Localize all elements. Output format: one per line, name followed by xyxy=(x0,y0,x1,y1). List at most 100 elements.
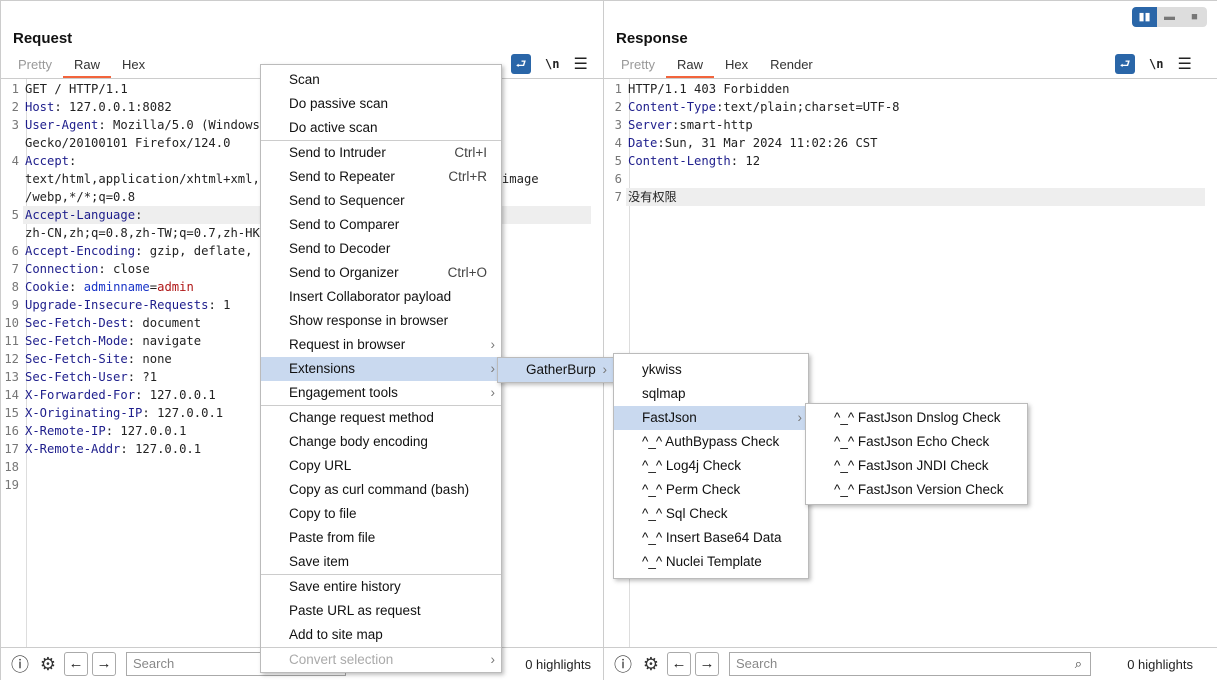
tab-pretty[interactable]: Pretty xyxy=(610,56,666,78)
menu-item-label: Extensions xyxy=(289,361,356,376)
line-text: HTTP/1.1 403 Forbidden xyxy=(626,80,1205,98)
menu-item-show-response-in-browser[interactable]: Show response in browser xyxy=(261,309,501,333)
header-name: Sec-Fetch-User xyxy=(25,370,128,384)
shortcut-label: Ctrl+R xyxy=(448,169,487,184)
menu-item-engagement-tools[interactable]: Engagement tools › xyxy=(261,381,501,405)
line-text: Content-Length: 12 xyxy=(626,152,1205,170)
editor-line: 2 Content-Type:text/plain;charset=UTF-8 xyxy=(604,98,1205,116)
menu-item-fastjson-dnslog-check[interactable]: ^_^ FastJson Dnslog Check xyxy=(806,406,1027,430)
menu-item-label: Convert selection xyxy=(289,652,394,667)
split-vertical-icon[interactable]: ▬ xyxy=(1157,7,1182,27)
menu-item-sqlmap[interactable]: sqlmap xyxy=(614,382,808,406)
word-wrap-icon[interactable]: ⮐ xyxy=(511,54,531,74)
menu-item-copy-url[interactable]: Copy URL xyxy=(261,454,501,478)
word-wrap-icon[interactable]: ⮐ xyxy=(1115,54,1135,74)
menu-item-fastjson-jndi-check[interactable]: ^_^ FastJson JNDI Check xyxy=(806,454,1027,478)
line-number xyxy=(1,134,23,152)
line-number: 7 xyxy=(614,190,622,204)
menu-item-do-passive-scan[interactable]: Do passive scan xyxy=(261,92,501,116)
header-value: : gzip, deflate, br xyxy=(135,244,275,258)
menu-item-insert-collaborator-payload[interactable]: Insert Collaborator payload xyxy=(261,285,501,309)
tab-hex[interactable]: Hex xyxy=(714,56,759,78)
line-number xyxy=(1,170,23,188)
tab-raw[interactable]: Raw xyxy=(665,56,714,78)
menu-item-save-item[interactable]: Save item xyxy=(261,550,501,574)
menu-item-label: FastJson xyxy=(642,410,697,425)
menu-item-send-to-repeater[interactable]: Send to Repeater Ctrl+R xyxy=(261,165,501,189)
menu-item-scan[interactable]: Scan xyxy=(261,68,501,92)
menu-item-send-to-organizer[interactable]: Send to Organizer Ctrl+O xyxy=(261,261,501,285)
line-number: 4 xyxy=(11,154,19,168)
menu-item-send-to-sequencer[interactable]: Send to Sequencer xyxy=(261,189,501,213)
header-value: : xyxy=(69,154,77,168)
line-number: 19 xyxy=(4,478,19,492)
menu-item-label: Paste URL as request xyxy=(289,603,421,618)
menu-item-ykwiss[interactable]: ykwiss xyxy=(614,358,808,382)
menu-item-do-active-scan[interactable]: Do active scan xyxy=(261,116,501,140)
menu-item-label: ^_^ FastJson JNDI Check xyxy=(834,458,989,473)
menu-item-paste-from-file[interactable]: Paste from file xyxy=(261,526,501,550)
gear-icon[interactable]: ⚙ xyxy=(36,654,60,675)
help-icon[interactable]: ⓘ xyxy=(611,651,635,677)
forward-arrow-icon[interactable]: → xyxy=(695,652,719,676)
editor-line: 1 HTTP/1.1 403 Forbidden xyxy=(604,80,1205,98)
response-toolbar: ⮐ \n ☰ xyxy=(1115,54,1192,74)
tab-raw[interactable]: Raw xyxy=(62,56,111,78)
tab-render[interactable]: Render xyxy=(759,56,824,78)
menu-item-label: Send to Sequencer xyxy=(289,193,405,208)
shortcut-label: Ctrl+I xyxy=(454,145,487,160)
line-number: 6 xyxy=(11,244,19,258)
menu-item-send-to-intruder[interactable]: Send to Intruder Ctrl+I xyxy=(261,141,501,165)
menu-item-log4j-check[interactable]: ^_^ Log4j Check xyxy=(614,454,808,478)
menu-item-label: ^_^ Perm Check xyxy=(642,482,741,497)
menu-item-insert-base64-data[interactable]: ^_^ Insert Base64 Data xyxy=(614,526,808,550)
menu-item-fastjson[interactable]: FastJson › xyxy=(614,406,808,430)
menu-item-extensions[interactable]: Extensions › xyxy=(261,357,501,381)
menu-item-fastjson-version-check[interactable]: ^_^ FastJson Version Check xyxy=(806,478,1027,502)
hamburger-menu-icon[interactable]: ☰ xyxy=(1177,54,1191,74)
gear-icon[interactable]: ⚙ xyxy=(639,654,663,675)
line-number: 15 xyxy=(4,406,19,420)
tab-hex[interactable]: Hex xyxy=(111,56,156,78)
menu-item-authbypass-check[interactable]: ^_^ AuthBypass Check xyxy=(614,430,808,454)
menu-item-copy-to-file[interactable]: Copy to file xyxy=(261,502,501,526)
forward-arrow-icon[interactable]: → xyxy=(92,652,116,676)
menu-item-nuclei-template[interactable]: ^_^ Nuclei Template xyxy=(614,550,808,574)
header-value: Gecko/20100101 Firefox/124.0 xyxy=(25,136,231,150)
back-arrow-icon[interactable]: ← xyxy=(64,652,88,676)
response-title: Response xyxy=(616,30,688,47)
menu-item-paste-url-as-request[interactable]: Paste URL as request xyxy=(261,599,501,623)
header-name: Accept-Language xyxy=(25,208,136,222)
menu-item-copy-as-curl-command-bash[interactable]: Copy as curl command (bash) xyxy=(261,478,501,502)
line-number: 5 xyxy=(11,208,19,222)
header-name: Sec-Fetch-Site xyxy=(25,352,128,366)
search-icon: ⌕ xyxy=(1074,656,1082,671)
chevron-right-icon: › xyxy=(602,362,608,377)
menu-item-save-entire-history[interactable]: Save entire history xyxy=(261,575,501,599)
response-search-input[interactable]: Search ⌕ xyxy=(729,652,1091,676)
newline-toggle[interactable]: \n xyxy=(545,57,559,71)
back-arrow-icon[interactable]: ← xyxy=(667,652,691,676)
hamburger-menu-icon[interactable]: ☰ xyxy=(573,54,587,74)
menu-item-add-to-site-map[interactable]: Add to site map xyxy=(261,623,501,647)
menu-item-request-in-browser[interactable]: Request in browser › xyxy=(261,333,501,357)
split-horizontal-icon[interactable]: ▮▮ xyxy=(1132,7,1157,27)
tab-pretty[interactable]: Pretty xyxy=(7,56,63,78)
menu-item-change-request-method[interactable]: Change request method xyxy=(261,406,501,430)
header-value: : close xyxy=(98,262,150,276)
menu-item-sql-check[interactable]: ^_^ Sql Check xyxy=(614,502,808,526)
line-number: 3 xyxy=(614,118,622,132)
newline-toggle[interactable]: \n xyxy=(1149,57,1163,71)
line-number: 3 xyxy=(11,118,19,132)
menu-item-perm-check[interactable]: ^_^ Perm Check xyxy=(614,478,808,502)
request-tabs: Pretty Raw Hex xyxy=(7,56,156,78)
line-number: 1 xyxy=(614,82,622,96)
menu-item-send-to-comparer[interactable]: Send to Comparer xyxy=(261,213,501,237)
menu-item-gatherburp[interactable]: GatherBurp › xyxy=(498,358,613,382)
header-value: HTTP/1.1 403 Forbidden xyxy=(628,82,790,96)
menu-item-change-body-encoding[interactable]: Change body encoding xyxy=(261,430,501,454)
help-icon[interactable]: ⓘ xyxy=(8,651,32,677)
menu-item-fastjson-echo-check[interactable]: ^_^ FastJson Echo Check xyxy=(806,430,1027,454)
single-pane-icon[interactable]: ■ xyxy=(1182,7,1207,27)
menu-item-send-to-decoder[interactable]: Send to Decoder xyxy=(261,237,501,261)
